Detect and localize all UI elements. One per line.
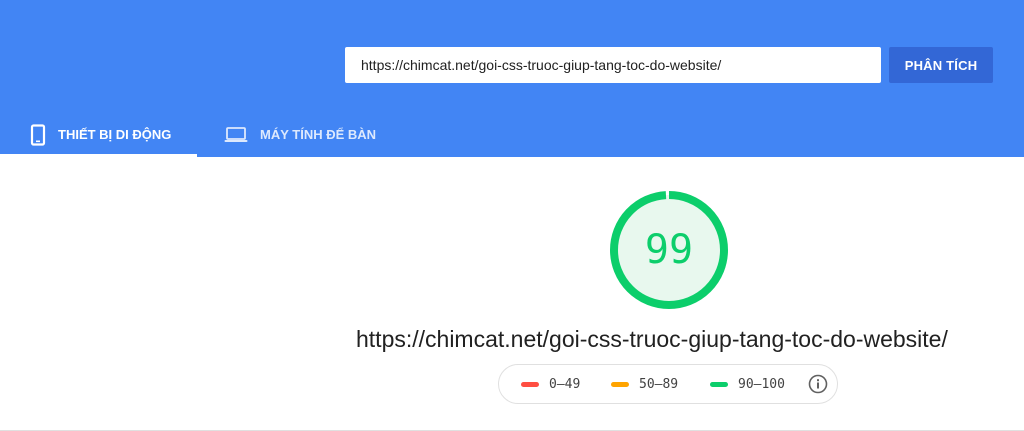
analyzed-url: https://chimcat.net/goi-css-truoc-giup-t… xyxy=(356,326,948,352)
legend-label-fail: 0–49 xyxy=(549,376,581,392)
tab-desktop-label: MÁY TÍNH ĐỂ BÀN xyxy=(260,127,377,142)
legend-item-fail: 0–49 xyxy=(521,365,580,403)
tab-mobile-label: THIẾT BỊ DI ĐỘNG xyxy=(58,127,172,142)
analyze-button[interactable]: PHÂN TÍCH xyxy=(889,47,993,83)
legend-item-average: 50–89 xyxy=(611,365,678,403)
url-input[interactable] xyxy=(345,47,881,83)
tab-mobile[interactable]: THIẾT BỊ DI ĐỘNG xyxy=(0,112,197,157)
score-legend: 0–49 50–89 90–100 xyxy=(498,364,838,404)
laptop-icon xyxy=(224,126,248,143)
tab-desktop[interactable]: MÁY TÍNH ĐỂ BÀN xyxy=(222,112,376,157)
performance-score: 99 xyxy=(644,227,694,273)
legend-label-average: 50–89 xyxy=(639,376,679,392)
active-tab-indicator xyxy=(0,154,197,157)
smartphone-icon xyxy=(30,123,46,146)
legend-swatch-pass xyxy=(710,381,728,387)
legend-label-pass: 90–100 xyxy=(738,376,785,392)
info-icon[interactable] xyxy=(808,374,828,394)
legend-swatch-average xyxy=(611,381,629,387)
legend-item-pass: 90–100 xyxy=(710,365,785,403)
legend-swatch-fail xyxy=(521,381,539,387)
header-bar: PHÂN TÍCH THIẾT BỊ DI ĐỘNG MÁY TÍNH ĐỂ B… xyxy=(0,0,1024,157)
